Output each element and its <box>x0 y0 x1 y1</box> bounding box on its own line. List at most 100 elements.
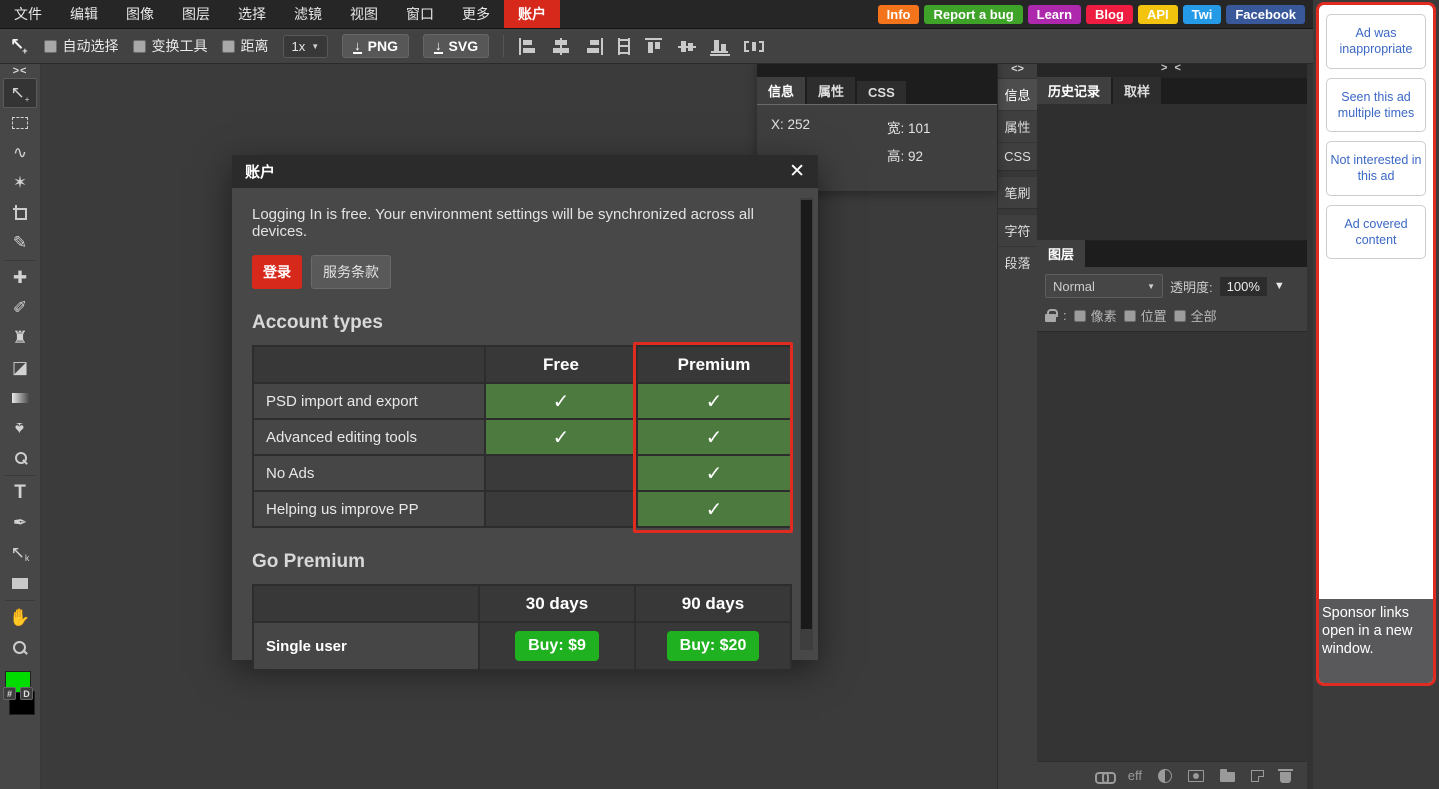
ad-inappropriate-button[interactable]: Ad was inappropriate <box>1326 14 1426 69</box>
ad-covered-content-button[interactable]: Ad covered content <box>1326 204 1426 259</box>
ad-feedback-panel: Ad was inappropriate Seen this ad multip… <box>1316 2 1436 686</box>
table-row: Advanced editing tools ✓ ✓ <box>252 418 792 456</box>
menu-item-more[interactable]: 更多 <box>448 0 504 28</box>
align-bottom-icon[interactable] <box>710 36 731 56</box>
menu-item-account[interactable]: 账户 <box>504 0 560 28</box>
move-tool-button[interactable]: ↖+ <box>3 78 37 108</box>
distribute-vertical-icon[interactable] <box>617 37 631 55</box>
type-tool-button[interactable]: T <box>3 478 37 508</box>
tab-info[interactable]: 信息 <box>757 77 806 104</box>
layer-mask-icon[interactable] <box>1188 769 1204 782</box>
tab-properties[interactable]: 属性 <box>807 77 856 104</box>
history-list[interactable] <box>1037 104 1307 241</box>
side-tab-info[interactable]: 信息 <box>998 78 1037 110</box>
side-tab-brush[interactable]: 笔刷 <box>998 176 1037 208</box>
rectangle-tool-button[interactable] <box>3 568 37 598</box>
layer-effects-button[interactable]: eff <box>1128 768 1142 783</box>
twitter-link[interactable]: Twi <box>1182 4 1222 24</box>
menu-item-select[interactable]: 选择 <box>224 0 280 28</box>
blank-header-cell <box>252 345 486 384</box>
menu-item-view[interactable]: 视图 <box>336 0 392 28</box>
blog-link[interactable]: Blog <box>1086 4 1133 24</box>
dialog-scrollbar[interactable] <box>800 198 813 650</box>
layers-options: Normal ▼ 透明度: 100% ▼ : 像素 位置 全部 <box>1037 267 1307 331</box>
export-png-button[interactable]: ↓ PNG <box>342 34 410 58</box>
zoom-icon <box>12 640 28 656</box>
login-button[interactable]: 登录 <box>252 255 302 289</box>
side-tab-properties[interactable]: 属性 <box>998 110 1037 142</box>
side-tab-css[interactable]: CSS <box>998 142 1037 170</box>
facebook-link[interactable]: Facebook <box>1226 4 1305 24</box>
buy-30-days-button[interactable]: Buy: $9 <box>515 631 599 661</box>
layers-list[interactable] <box>1037 331 1307 761</box>
brush-tool-button[interactable]: ✐ <box>3 293 37 323</box>
report-bug-link[interactable]: Report a bug <box>924 4 1023 24</box>
zoom-tool-button[interactable] <box>3 633 37 663</box>
hand-tool-button[interactable]: ✋ <box>3 603 37 633</box>
scrollbar-thumb[interactable] <box>801 200 812 630</box>
lock-all-toggle[interactable]: 全部 <box>1173 306 1217 325</box>
adjustment-layer-icon[interactable] <box>1158 768 1172 783</box>
dialog-header[interactable]: 账户 ✕ <box>232 155 818 188</box>
ad-not-interested-button[interactable]: Not interested in this ad <box>1326 141 1426 196</box>
eyedropper-tool-button[interactable]: ✎ <box>3 228 37 258</box>
learn-link[interactable]: Learn <box>1027 4 1082 24</box>
lock-position-toggle[interactable]: 位置 <box>1123 306 1167 325</box>
buy-90-days-button[interactable]: Buy: $20 <box>666 631 760 661</box>
api-link[interactable]: API <box>1137 4 1178 24</box>
default-colors-button[interactable]: D <box>20 687 33 700</box>
tab-layers[interactable]: 图层 <box>1037 240 1086 267</box>
align-right-icon[interactable] <box>584 37 604 55</box>
close-icon[interactable]: ✕ <box>789 162 805 181</box>
tab-css[interactable]: CSS <box>857 81 906 104</box>
distribute-horizontal-icon[interactable] <box>743 38 765 55</box>
lasso-tool-button[interactable]: ∿ <box>3 138 37 168</box>
export-svg-button[interactable]: ↓ SVG <box>423 34 490 58</box>
terms-of-service-button[interactable]: 服务条款 <box>311 255 391 289</box>
align-top-icon[interactable] <box>644 37 664 55</box>
clone-stamp-tool-button[interactable]: ♜ <box>3 323 37 353</box>
new-layer-icon[interactable] <box>1251 769 1264 782</box>
brush-icon: ✐ <box>12 298 28 317</box>
gradient-tool-button[interactable] <box>3 383 37 413</box>
blend-mode-select[interactable]: Normal ▼ <box>1045 274 1163 298</box>
menu-item-image[interactable]: 图像 <box>112 0 168 28</box>
pixel-ratio-select[interactable]: 1x ▼ <box>282 34 329 58</box>
tab-history[interactable]: 历史记录 <box>1037 77 1112 104</box>
align-center-horizontal-icon[interactable] <box>551 37 571 55</box>
move-cursor-icon: ↖+ <box>10 35 28 56</box>
info-link[interactable]: Info <box>877 4 920 24</box>
menu-item-window[interactable]: 窗口 <box>392 0 448 28</box>
healing-tool-button[interactable]: ✚ <box>3 263 37 293</box>
lock-pixels-toggle[interactable]: 像素 <box>1073 306 1117 325</box>
delete-layer-icon[interactable] <box>1278 768 1293 783</box>
feature-label: PSD import and export <box>252 382 486 420</box>
path-select-tool-button[interactable]: ↖ <box>3 538 37 568</box>
side-tab-character[interactable]: 字符 <box>998 214 1037 246</box>
ad-seen-multiple-button[interactable]: Seen this ad multiple times <box>1326 77 1426 132</box>
menu-item-filter[interactable]: 滤镜 <box>280 0 336 28</box>
align-middle-vertical-icon[interactable] <box>677 38 697 55</box>
blur-tool-button[interactable]: ♠ <box>3 413 37 443</box>
magic-wand-tool-button[interactable]: ✶ <box>3 168 37 198</box>
collapse-tools-button[interactable]: >< <box>13 64 28 78</box>
marquee-tool-button[interactable] <box>3 108 37 138</box>
align-left-icon[interactable] <box>518 37 538 55</box>
transform-controls-toggle[interactable]: 变换工具 <box>132 36 208 56</box>
menu-item-layer[interactable]: 图层 <box>168 0 224 28</box>
link-layers-icon[interactable] <box>1094 771 1116 784</box>
menu-item-file[interactable]: 文件 <box>0 0 56 28</box>
dodge-tool-button[interactable] <box>3 443 37 473</box>
side-tab-paragraph[interactable]: 段落 <box>998 246 1037 278</box>
caret-down-icon[interactable]: ▼ <box>1274 280 1285 292</box>
new-group-icon[interactable] <box>1220 769 1235 782</box>
auto-select-toggle[interactable]: 自动选择 <box>43 36 119 56</box>
distance-toggle[interactable]: 距离 <box>221 36 269 56</box>
opacity-value[interactable]: 100% <box>1219 276 1267 296</box>
pen-tool-button[interactable]: ✒ <box>3 508 37 538</box>
eraser-tool-button[interactable]: ◪ <box>3 353 37 383</box>
hex-color-button[interactable]: # <box>3 687 16 700</box>
tab-swatches[interactable]: 取样 <box>1113 77 1162 104</box>
crop-tool-button[interactable] <box>3 198 37 228</box>
menu-item-edit[interactable]: 编辑 <box>56 0 112 28</box>
